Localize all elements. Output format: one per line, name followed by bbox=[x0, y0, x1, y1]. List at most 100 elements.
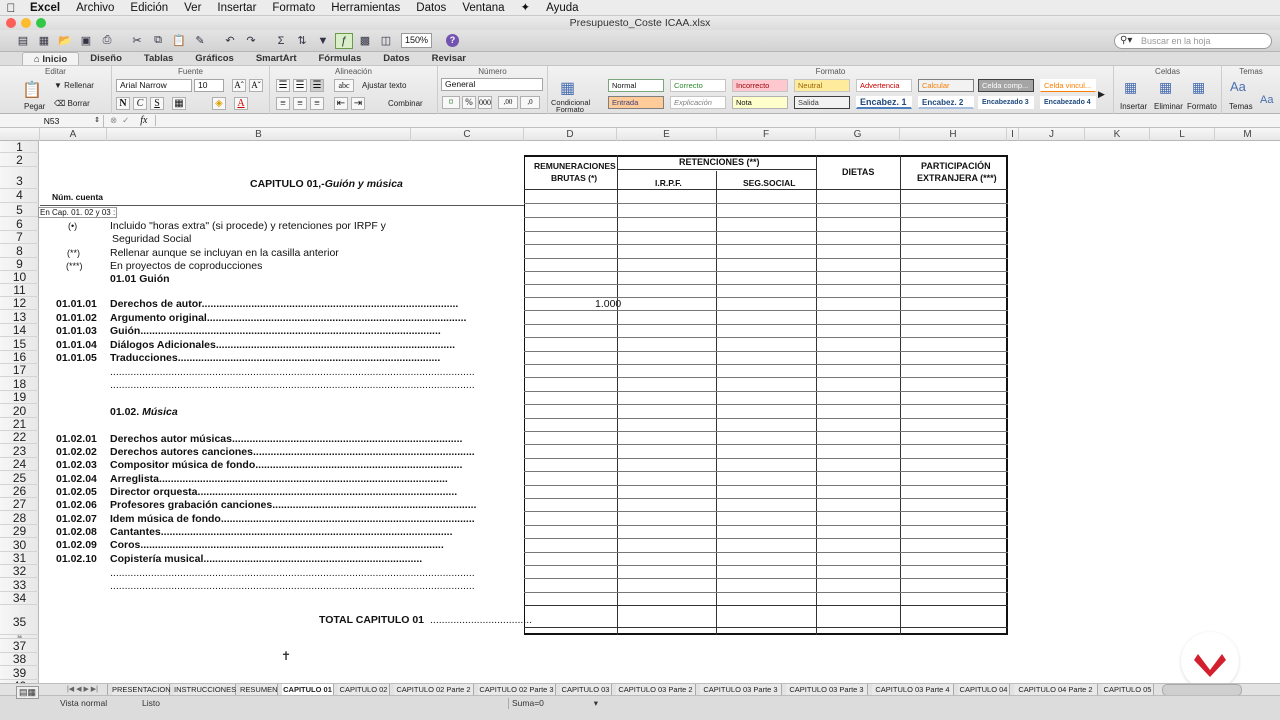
templates-icon[interactable]: ▦ bbox=[35, 33, 53, 49]
row-header[interactable]: 12 bbox=[0, 297, 39, 310]
menu-herramientas[interactable]: Herramientas bbox=[323, 0, 408, 16]
cell-grid[interactable]: CAPITULO 01,-Guión y música Núm. cuenta … bbox=[38, 141, 1280, 683]
toolbox-icon[interactable]: ◫ bbox=[377, 33, 395, 49]
script-icon[interactable]: ✦ bbox=[513, 0, 539, 16]
increase-decimal-icon[interactable]: ,00 bbox=[498, 96, 518, 109]
style-encabez-1[interactable]: Encabez. 1 bbox=[856, 96, 912, 109]
row-header[interactable]: 17 bbox=[0, 364, 39, 377]
styles-more-icon[interactable]: ▶ bbox=[1098, 89, 1105, 100]
filter-icon[interactable]: ▼ bbox=[314, 33, 332, 49]
formula-builder-icon[interactable]: ƒ bbox=[335, 32, 353, 49]
merge-button[interactable]: Combinar bbox=[388, 99, 423, 108]
grow-font-icon[interactable]: Aˆ bbox=[232, 79, 246, 92]
column-header-k[interactable]: K bbox=[1085, 128, 1150, 141]
clear-button[interactable]: ⌫ Borrar bbox=[54, 99, 90, 108]
tab-formulas[interactable]: Fórmulas bbox=[307, 52, 372, 65]
row-header[interactable]: 35 bbox=[0, 605, 39, 635]
align-left-icon[interactable]: ≡ bbox=[276, 97, 290, 110]
conditional-format-label2[interactable]: Formato bbox=[556, 105, 584, 114]
column-header-a[interactable]: A bbox=[40, 128, 107, 141]
row-header[interactable]: 37 bbox=[0, 639, 39, 653]
row-header[interactable]: 27 bbox=[0, 498, 39, 511]
borders-icon[interactable]: ▦ bbox=[172, 97, 186, 110]
sum-display[interactable]: Suma=0 ▾ bbox=[508, 698, 598, 709]
row-header[interactable]: 23 bbox=[0, 444, 39, 458]
style-entrada[interactable]: Entrada bbox=[608, 96, 664, 109]
align-bottom-icon[interactable]: ☰ bbox=[310, 79, 324, 92]
print-icon[interactable]: ⎙ bbox=[98, 33, 116, 49]
shrink-font-icon[interactable]: Aˇ bbox=[249, 79, 263, 92]
paste-icon[interactable]: 📋 bbox=[22, 80, 42, 100]
minimize-window-icon[interactable] bbox=[21, 18, 31, 28]
close-window-icon[interactable] bbox=[6, 18, 16, 28]
row-header[interactable]: 39 bbox=[0, 666, 39, 680]
save-icon[interactable]: ▣ bbox=[77, 33, 95, 49]
column-header-h[interactable]: H bbox=[900, 128, 1007, 141]
row-header[interactable]: 4 bbox=[0, 189, 39, 203]
format-cells-icon[interactable]: ▦ bbox=[1192, 79, 1205, 96]
column-header-b[interactable]: B bbox=[107, 128, 411, 141]
insert-cells-icon[interactable]: ▦ bbox=[1124, 79, 1137, 96]
row-header[interactable]: 8 bbox=[0, 244, 39, 258]
redo-icon[interactable]: ↷ bbox=[242, 33, 260, 49]
row-header[interactable]: 32 bbox=[0, 565, 39, 578]
style-nota[interactable]: Nota bbox=[732, 96, 788, 109]
apple-icon[interactable]:  bbox=[0, 1, 22, 15]
autosum-icon[interactable]: Σ bbox=[272, 33, 290, 49]
column-header-f[interactable]: F bbox=[717, 128, 816, 141]
style-correcto[interactable]: Correcto bbox=[670, 79, 726, 92]
style-celda-vincul[interactable]: Celda vincul... bbox=[1040, 79, 1096, 92]
menu-insertar[interactable]: Insertar bbox=[209, 0, 264, 16]
column-header-e[interactable]: E bbox=[617, 128, 717, 141]
percent-icon[interactable]: % bbox=[462, 96, 476, 109]
row-header[interactable]: 28 bbox=[0, 511, 39, 525]
row-header[interactable]: 1 bbox=[0, 141, 39, 153]
column-header-d[interactable]: D bbox=[524, 128, 617, 141]
menu-ayuda[interactable]: Ayuda bbox=[538, 0, 586, 16]
themes-icon[interactable]: Aa bbox=[1230, 79, 1246, 94]
number-format-combo[interactable]: General bbox=[441, 78, 543, 91]
open-icon[interactable]: 📂 bbox=[56, 33, 74, 49]
conditional-format-icon[interactable]: ▦ bbox=[560, 78, 575, 98]
undo-icon[interactable]: ↶ bbox=[221, 33, 239, 49]
menu-ver[interactable]: Ver bbox=[176, 0, 209, 16]
insert-cells-button[interactable]: Insertar bbox=[1120, 102, 1147, 111]
fx-icon[interactable]: fx bbox=[140, 115, 157, 126]
row-header[interactable]: 18 bbox=[0, 377, 39, 391]
currency-icon[interactable]: ¤ bbox=[442, 96, 460, 109]
decrease-decimal-icon[interactable]: ,0 bbox=[520, 96, 540, 109]
help-icon[interactable]: ? bbox=[446, 34, 460, 47]
zoom-window-icon[interactable] bbox=[36, 18, 46, 28]
row-header[interactable]: 38 bbox=[0, 653, 39, 666]
row-header[interactable]: 20 bbox=[0, 404, 39, 418]
column-header-g[interactable]: G bbox=[816, 128, 900, 141]
menu-formato[interactable]: Formato bbox=[264, 0, 323, 16]
font-color-icon[interactable]: A bbox=[234, 97, 248, 110]
column-header-m[interactable]: M bbox=[1215, 128, 1280, 141]
tab-inicio[interactable]: ⌂ Inicio bbox=[22, 52, 80, 65]
theme-fonts-icon[interactable]: Aa bbox=[1260, 94, 1273, 106]
format-cells-button[interactable]: Formato bbox=[1187, 102, 1217, 111]
menu-datos[interactable]: Datos bbox=[408, 0, 454, 16]
italic-button[interactable]: C bbox=[133, 97, 147, 110]
align-right-icon[interactable]: ≡ bbox=[310, 97, 324, 110]
style-salida[interactable]: Salida bbox=[794, 96, 850, 109]
row-header[interactable]: 7 bbox=[0, 231, 39, 244]
formula-cancel-confirm-icons[interactable]: ⊗✓ bbox=[104, 115, 140, 126]
row-header[interactable]: 25 bbox=[0, 471, 39, 485]
style-celda-comp[interactable]: Celda comp... bbox=[978, 79, 1034, 92]
column-header-c[interactable]: C bbox=[411, 128, 524, 141]
gallery-icon[interactable]: ▩ bbox=[356, 33, 374, 49]
style-encabezado-4[interactable]: Encabezado 4 bbox=[1040, 96, 1096, 109]
row-header[interactable]: 33 bbox=[0, 578, 39, 592]
tab-datos[interactable]: Datos bbox=[372, 52, 420, 65]
cut-icon[interactable]: ✂ bbox=[128, 33, 146, 49]
row-header[interactable]: 22 bbox=[0, 431, 39, 444]
column-header-l[interactable]: L bbox=[1150, 128, 1215, 141]
delete-cells-button[interactable]: Eliminar bbox=[1154, 102, 1183, 111]
new-workbook-icon[interactable]: ▤ bbox=[14, 33, 32, 49]
style-explicacion[interactable]: Explicación bbox=[670, 96, 726, 109]
view-buttons-icon[interactable]: ▤▦ bbox=[16, 686, 40, 699]
column-header-j[interactable]: J bbox=[1019, 128, 1085, 141]
wrap-text-button[interactable]: Ajustar texto bbox=[362, 81, 406, 90]
